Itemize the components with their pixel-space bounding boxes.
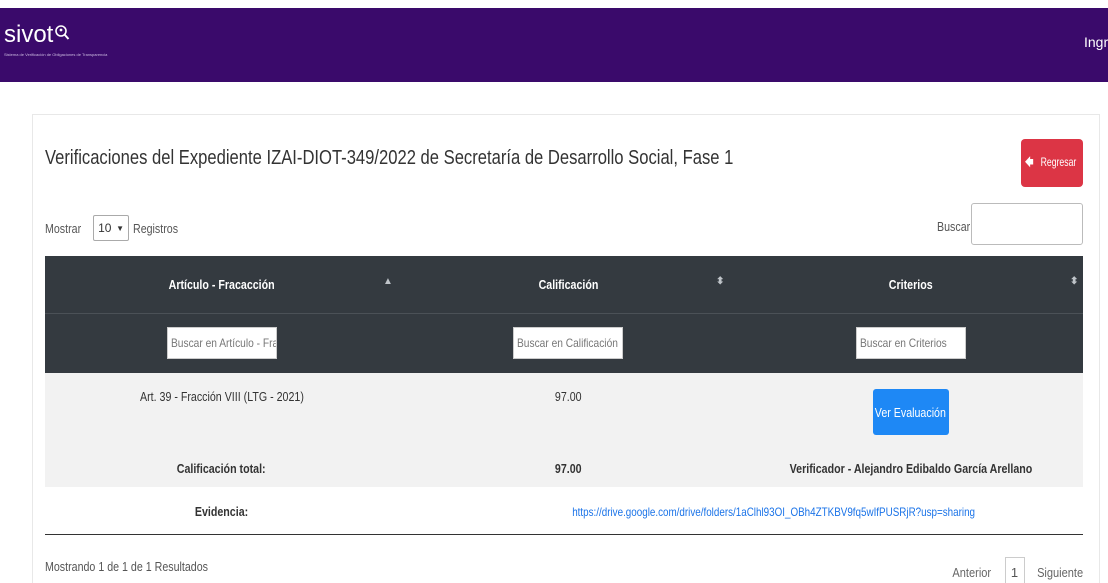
total-label: Calificación total: [177, 460, 266, 476]
arrow-left-icon: 🡄 [1025, 154, 1035, 169]
logo-text: sivot [4, 21, 54, 48]
chevron-down-icon: ▼ [116, 223, 125, 233]
verifications-table: Artículo - Fracacción ▲ Calificación ⬍ C… [45, 256, 1083, 535]
sort-both-icon: ⬍ [716, 276, 725, 287]
column-header-criterios[interactable]: Criterios ⬍ [738, 256, 1083, 313]
page-number-button[interactable]: 1 [1004, 557, 1025, 583]
filter-calificacion-input[interactable]: Buscar en Calificación [513, 327, 623, 360]
show-label: Mostrar [45, 220, 82, 236]
logo-tagline: Sistema de Verificación de Obligaciones … [4, 52, 108, 57]
page-title: Verificaciones del Expediente IZAI-DIOT-… [45, 147, 734, 169]
total-row: Calificación total: 97.00 Verificador - … [45, 449, 1083, 487]
page-size-value: 10 [98, 221, 112, 235]
table-divider [45, 534, 1083, 535]
evidence-row: Evidencia: https://drive.google.com/driv… [45, 487, 1083, 535]
cell-calificacion: 97.00 [554, 389, 582, 404]
table-row: Art. 39 - Fracción VIII (LTG - 2021) 97.… [45, 373, 1083, 449]
magnifier-people-icon [54, 22, 70, 48]
results-summary: Mostrando 1 de 1 de 1 Resultados [45, 559, 208, 574]
verifier-name: Verificador - Alejandro Edibaldo García … [789, 460, 1032, 476]
column-header-calificacion[interactable]: Calificación ⬍ [398, 256, 738, 313]
top-navbar: sivot Sistema de Verificación de Obligac… [0, 8, 1108, 82]
column-header-articulo[interactable]: Artículo - Fracacción ▲ [45, 256, 398, 313]
prev-page-button[interactable]: Anterior [952, 565, 991, 580]
sivot-logo[interactable]: sivot Sistema de Verificación de Obligac… [4, 21, 108, 58]
view-evaluation-button[interactable]: Ver Evaluación [872, 389, 949, 435]
page-size-select[interactable]: 10 ▼ [93, 215, 130, 241]
total-value: 97.00 [554, 460, 582, 476]
back-button[interactable]: 🡄 Regresar [1021, 139, 1083, 187]
sort-asc-icon: ▲ [383, 276, 393, 287]
evidence-link[interactable]: https://drive.google.com/drive/folders/1… [572, 505, 975, 519]
page-size-control: Mostrar 10 ▼ Registros [45, 215, 188, 241]
cell-articulo: Art. 39 - Fracción VIII (LTG - 2021) [139, 389, 304, 404]
sort-both-icon: ⬍ [1070, 276, 1079, 287]
back-button-label: Regresar [1040, 154, 1077, 169]
records-label: Registros [133, 220, 179, 236]
search-input[interactable] [971, 203, 1083, 245]
filter-criterios-input[interactable]: Buscar en Criterios [855, 327, 966, 360]
login-link[interactable]: Ingresar [1084, 34, 1108, 50]
pagination: Anterior 1 Siguiente [949, 557, 1087, 583]
filter-articulo-input[interactable]: Buscar en Artículo - Fracacción [166, 327, 277, 360]
evidence-label: Evidencia: [194, 503, 249, 519]
verifications-card: Verificaciones del Expediente IZAI-DIOT-… [32, 114, 1100, 583]
next-page-button[interactable]: Siguiente [1037, 565, 1083, 580]
